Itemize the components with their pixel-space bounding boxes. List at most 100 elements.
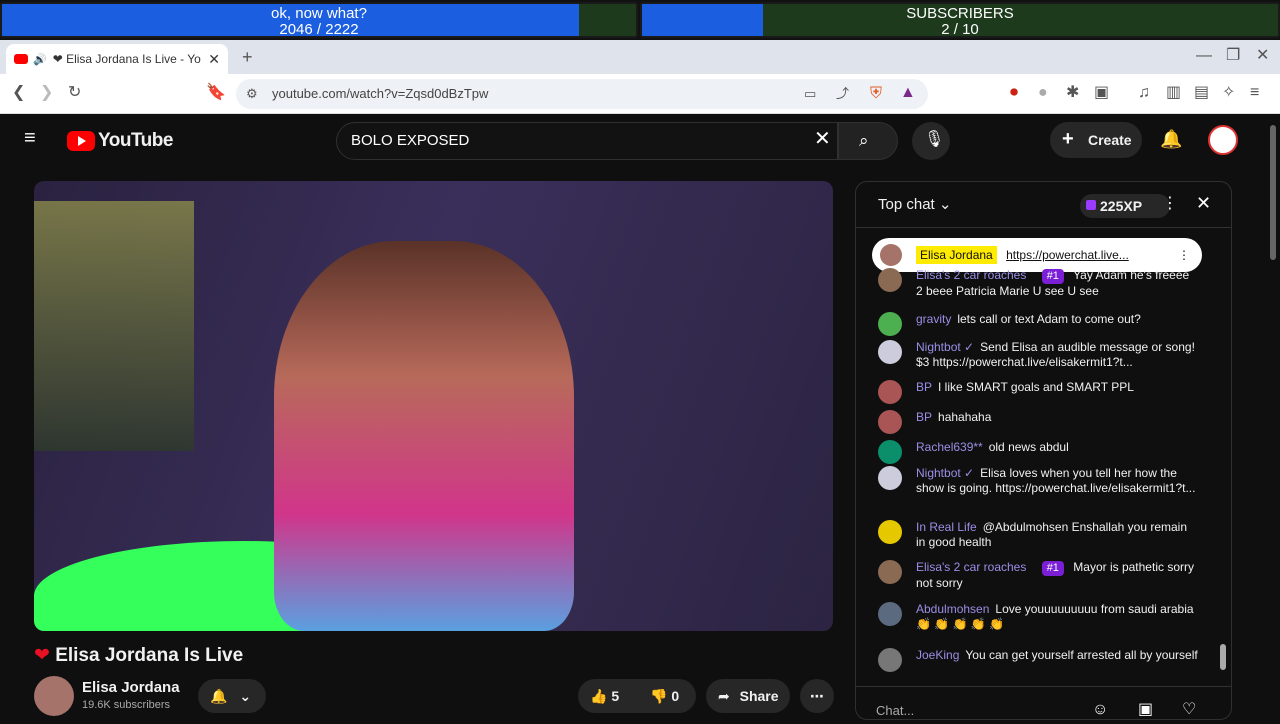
dislike-button[interactable]: 👎 0 — [650, 679, 679, 713]
browser-tab-active[interactable]: 🔊 ❤ Elisa Jordana Is Live - Yo ✕ — [6, 44, 228, 74]
chat-author[interactable]: gravity — [916, 312, 951, 326]
audio-icon[interactable]: 🔊 — [33, 53, 47, 66]
chat-author[interactable]: Abdulmohsen — [916, 602, 989, 616]
youtube-wordmark: YouTube — [98, 130, 173, 151]
subscription-bell-button[interactable]: 🔔 ⌄ — [198, 679, 266, 713]
chat-text: You can get yourself arrested all by you… — [965, 648, 1198, 662]
hamburger-menu-icon[interactable]: ≡ — [24, 128, 36, 148]
search-button[interactable]: ⌕ — [838, 122, 898, 160]
notifications-bell-icon[interactable]: 🔔 — [1160, 130, 1182, 148]
chat-author[interactable]: Elisa's 2 car roaches — [916, 268, 1026, 282]
pinned-more-icon[interactable]: ⋮ — [1178, 238, 1190, 272]
pinned-link[interactable]: https://powerchat.live... — [1006, 248, 1129, 262]
extension-circle-icon[interactable]: ● — [1038, 85, 1048, 101]
like-count: 5 — [611, 688, 620, 704]
reload-icon[interactable]: ↻ — [68, 85, 81, 101]
search-input[interactable]: BOLO EXPOSED — [336, 122, 838, 160]
chat-author[interactable]: Rachel639** — [916, 440, 983, 454]
chat-message: Rachel639** old news abdul — [878, 440, 1198, 464]
chat-avatar — [878, 312, 902, 336]
rank-badge: #1 — [1041, 269, 1064, 284]
extension-record-icon[interactable]: ⏺ — [1010, 85, 1018, 101]
cast-icon[interactable]: ▭ — [804, 86, 816, 102]
chat-message: BP I like SMART goals and SMART PPL — [878, 380, 1198, 404]
left-progress-title: ok, now what? — [271, 5, 367, 22]
account-avatar[interactable] — [1208, 125, 1238, 155]
maximize-icon[interactable]: ❐ — [1226, 48, 1240, 64]
chat-author[interactable]: Nightbot ✓ — [916, 466, 974, 480]
minimize-icon[interactable]: — — [1196, 48, 1212, 64]
close-tab-icon[interactable]: ✕ — [208, 51, 220, 68]
chat-header: Top chat ⌄ 225XP ⋮ ✕ — [856, 182, 1231, 228]
youtube-play-icon — [67, 131, 95, 151]
chat-author[interactable]: Elisa's 2 car roaches — [916, 560, 1026, 574]
more-actions-button[interactable]: ⋯ — [800, 679, 834, 713]
xp-badge[interactable]: 225XP — [1080, 194, 1170, 218]
leo-ai-icon[interactable]: ✧ — [1222, 85, 1235, 101]
media-icon[interactable]: ♫ — [1138, 85, 1150, 101]
share-button[interactable]: ➦ Share — [706, 679, 790, 713]
share-label: Share — [739, 688, 779, 704]
chat-author[interactable]: BP — [916, 380, 932, 394]
close-chat-icon[interactable]: ✕ — [1196, 194, 1211, 212]
channel-avatar[interactable] — [34, 676, 74, 716]
voice-search-button[interactable]: 🎙 — [912, 122, 950, 160]
site-info-icon[interactable]: ⚙ — [246, 86, 258, 102]
chat-message: Elisa's 2 car roaches #1 Yay Adam he's f… — [878, 268, 1198, 299]
create-button[interactable]: + Create — [1050, 122, 1142, 158]
chat-mode-selector[interactable]: Top chat ⌄ — [878, 195, 951, 213]
left-progress-bar: ok, now what? 2046 / 2222 — [0, 2, 638, 38]
new-tab-button[interactable]: + — [242, 48, 253, 66]
chat-avatar — [878, 380, 902, 404]
chat-author[interactable]: Nightbot ✓ — [916, 340, 974, 354]
back-icon[interactable]: ❮ — [12, 85, 25, 101]
chat-avatar — [878, 560, 902, 584]
close-window-icon[interactable]: ✕ — [1256, 48, 1269, 64]
video-title: ❤ Elisa Jordana Is Live — [34, 644, 243, 667]
xp-value: 225XP — [1100, 198, 1143, 214]
chat-message: Nightbot ✓ Send Elisa an audible message … — [878, 340, 1198, 370]
super-chat-icon[interactable]: ▣ — [1138, 702, 1153, 718]
chat-avatar — [878, 440, 902, 464]
video-player[interactable] — [34, 181, 833, 631]
plus-icon: + — [1062, 128, 1074, 150]
channel-name[interactable]: Elisa Jordana — [82, 679, 180, 696]
brave-shield-icon[interactable]: ⛨ — [870, 86, 882, 102]
chat-author[interactable]: In Real Life — [916, 520, 977, 534]
url-text: youtube.com/watch?v=Zqsd0dBzTpw — [272, 86, 489, 101]
chat-avatar — [878, 520, 902, 544]
share-page-icon[interactable]: ⤴ — [836, 86, 849, 102]
tab-title: ❤ Elisa Jordana Is Live - Yo — [52, 52, 201, 66]
menu-icon[interactable]: ≡ — [1250, 85, 1259, 101]
youtube-logo[interactable]: YouTube — [67, 130, 173, 152]
microphone-icon: 🎙 — [924, 131, 945, 148]
pinned-message[interactable]: Elisa Jordana https://powerchat.live... … — [872, 238, 1202, 272]
sidebar-icon[interactable]: ▥ — [1166, 85, 1181, 101]
chat-text: lets call or text Adam to come out? — [957, 312, 1141, 326]
heart-react-icon[interactable]: ♡ — [1182, 702, 1196, 718]
forward-icon[interactable]: ❯ — [40, 85, 53, 101]
url-field[interactable]: ⚙ youtube.com/watch?v=Zqsd0dBzTpw ▭ ⤴ ⛨ … — [236, 79, 928, 109]
create-label: Create — [1088, 132, 1132, 148]
like-button[interactable]: 👍 5 — [590, 679, 619, 713]
tab-icon[interactable]: ▣ — [1094, 85, 1109, 101]
chat-text: I like SMART goals and SMART PPL — [938, 380, 1134, 394]
chat-avatar — [878, 648, 902, 672]
wallet-icon[interactable]: ▤ — [1194, 85, 1209, 101]
chat-author[interactable]: BP — [916, 410, 932, 424]
chat-input[interactable]: Chat... — [876, 698, 1086, 724]
page-scrollbar[interactable] — [1270, 125, 1276, 260]
stream-overlay: ok, now what? 2046 / 2222 SUBSCRIBERS 2 … — [0, 0, 1280, 40]
clear-search-icon[interactable]: ✕ — [814, 129, 831, 149]
extensions-icon[interactable]: ✱ — [1066, 85, 1079, 101]
rewards-icon[interactable]: ▲ — [900, 85, 916, 101]
chat-more-icon[interactable]: ⋮ — [1162, 196, 1178, 212]
chat-author[interactable]: JoeKing — [916, 648, 959, 662]
chat-scrollbar[interactable] — [1220, 644, 1226, 670]
heart-icon: ❤ — [34, 645, 50, 666]
subscribers-progress-title: SUBSCRIBERS — [906, 5, 1014, 22]
emoji-icon[interactable]: ☺ — [1092, 702, 1108, 718]
search-icon: ⌕ — [859, 131, 869, 150]
pinned-avatar — [880, 244, 902, 266]
bookmark-icon[interactable]: 🔖 — [206, 85, 226, 101]
